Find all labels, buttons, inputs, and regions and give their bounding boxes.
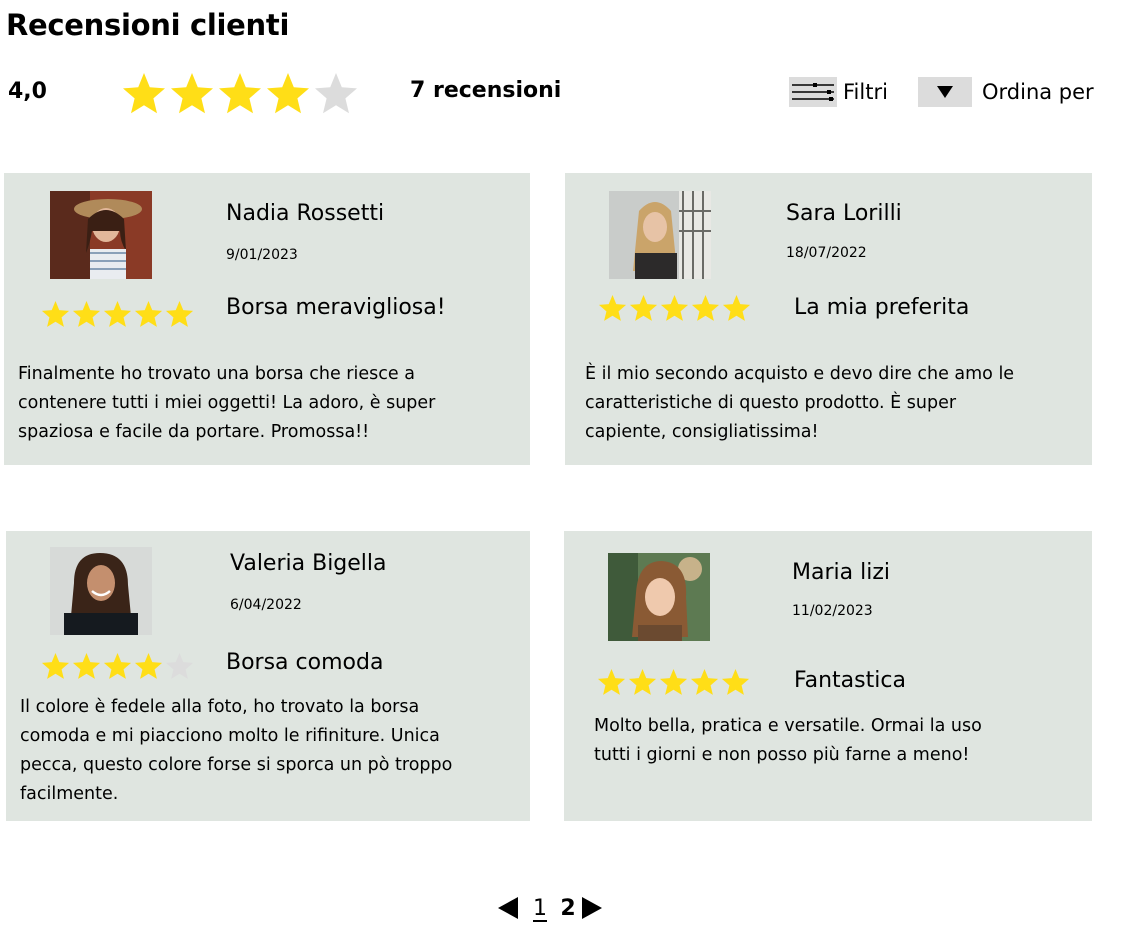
star-filled-icon bbox=[627, 667, 658, 698]
filters-button[interactable]: Filtri bbox=[789, 76, 888, 108]
review-body: Finalmente ho trovato una borsa che ries… bbox=[18, 360, 435, 447]
sliders-icon bbox=[789, 77, 837, 107]
review-body-line: caratteristiche di questo prodotto. È su… bbox=[585, 393, 957, 413]
page-title: Recensioni clienti bbox=[6, 8, 290, 42]
page-2-link[interactable]: 2 bbox=[558, 896, 578, 921]
star-filled-icon bbox=[658, 667, 689, 698]
review-body: Molto bella, pratica e versatile. Ormai … bbox=[594, 712, 982, 770]
star-filled-icon bbox=[628, 293, 659, 324]
review-date: 11/02/2023 bbox=[792, 603, 873, 619]
star-filled-icon bbox=[71, 651, 102, 682]
review-body-line: Finalmente ho trovato una borsa che ries… bbox=[18, 364, 415, 384]
review-headline: Fantastica bbox=[794, 668, 906, 693]
review-headline: La mia preferita bbox=[794, 295, 970, 320]
star-filled-icon bbox=[133, 299, 164, 330]
star-filled-icon bbox=[597, 293, 628, 324]
star-filled-icon bbox=[164, 299, 195, 330]
review-body-line: tutti i giorni e non posso più farne a m… bbox=[594, 745, 970, 765]
sort-dropdown[interactable]: Ordina per bbox=[918, 76, 1094, 108]
reviewer-name: Maria lizi bbox=[792, 560, 890, 585]
review-body-line: facilmente. bbox=[20, 784, 119, 804]
star-filled-icon bbox=[216, 70, 264, 118]
next-page-arrow-icon[interactable] bbox=[578, 893, 608, 923]
page-1-link[interactable]: 1 bbox=[522, 896, 558, 921]
star-filled-icon bbox=[40, 299, 71, 330]
reviewer-photo bbox=[608, 553, 710, 641]
review-card: Maria lizi 11/02/2023 Fantastica Molto b… bbox=[564, 531, 1092, 821]
review-stars bbox=[40, 651, 195, 685]
reviewer-name: Sara Lorilli bbox=[786, 201, 902, 226]
star-filled-icon bbox=[690, 293, 721, 324]
review-body: Il colore è fedele alla foto, ho trovato… bbox=[20, 693, 452, 809]
review-count: 7 recensioni bbox=[410, 78, 562, 103]
reviewer-name: Valeria Bigella bbox=[230, 551, 387, 576]
review-body-line: comoda e mi piacciono molto le rifinitur… bbox=[20, 726, 440, 746]
reviewer-photo bbox=[50, 191, 152, 279]
reviewer-photo bbox=[609, 191, 711, 279]
review-body-line: È il mio secondo acquisto e devo dire ch… bbox=[585, 364, 1015, 384]
star-filled-icon bbox=[721, 293, 752, 324]
star-filled-icon bbox=[720, 667, 751, 698]
star-empty-icon bbox=[312, 70, 360, 118]
star-filled-icon bbox=[264, 70, 312, 118]
caret-down-icon bbox=[918, 77, 972, 107]
star-filled-icon bbox=[659, 293, 690, 324]
review-headline: Borsa meravigliosa! bbox=[226, 295, 446, 320]
star-filled-icon bbox=[120, 70, 168, 118]
star-filled-icon bbox=[102, 299, 133, 330]
star-filled-icon bbox=[102, 651, 133, 682]
star-empty-icon bbox=[164, 651, 195, 682]
average-rating: 4,0 bbox=[8, 79, 47, 104]
filters-label: Filtri bbox=[843, 80, 888, 104]
review-body: È il mio secondo acquisto e devo dire ch… bbox=[585, 360, 1014, 447]
review-date: 18/07/2022 bbox=[786, 245, 867, 261]
review-headline: Borsa comoda bbox=[226, 650, 384, 675]
review-body-line: spaziosa e facile da portare. Promossa!! bbox=[18, 422, 370, 442]
review-body-line: capiente, consigliatissima! bbox=[585, 422, 819, 442]
star-filled-icon bbox=[689, 667, 720, 698]
review-body-line: Molto bella, pratica e versatile. Ormai … bbox=[594, 716, 982, 736]
average-rating-stars bbox=[120, 70, 360, 118]
reviewer-name: Nadia Rossetti bbox=[226, 201, 385, 226]
star-filled-icon bbox=[133, 651, 164, 682]
reviewer-photo bbox=[50, 547, 152, 635]
prev-page-arrow-icon[interactable] bbox=[492, 893, 522, 923]
review-stars bbox=[596, 667, 751, 701]
star-filled-icon bbox=[168, 70, 216, 118]
review-body-line: Il colore è fedele alla foto, ho trovato… bbox=[20, 697, 420, 717]
review-stars bbox=[597, 293, 752, 327]
review-date: 9/01/2023 bbox=[226, 247, 298, 263]
star-filled-icon bbox=[71, 299, 102, 330]
review-body-line: pecca, questo colore forse si sporca un … bbox=[20, 755, 453, 775]
review-date: 6/04/2022 bbox=[230, 597, 302, 613]
star-filled-icon bbox=[596, 667, 627, 698]
sort-label: Ordina per bbox=[982, 80, 1094, 104]
pagination: 1 2 bbox=[492, 888, 608, 928]
review-card: Sara Lorilli 18/07/2022 La mia preferita… bbox=[565, 173, 1092, 465]
review-card: Nadia Rossetti 9/01/2023 Borsa meravigli… bbox=[4, 173, 530, 465]
star-filled-icon bbox=[40, 651, 71, 682]
review-card: Valeria Bigella 6/04/2022 Borsa comoda I… bbox=[6, 531, 530, 821]
review-body-line: contenere tutti i miei oggetti! La adoro… bbox=[18, 393, 436, 413]
review-stars bbox=[40, 299, 195, 333]
